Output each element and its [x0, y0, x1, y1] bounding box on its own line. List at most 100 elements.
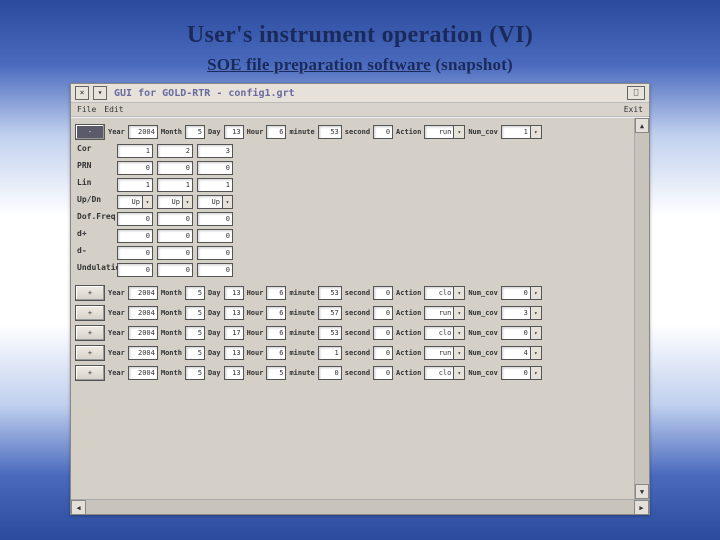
day-input[interactable]: 17 [224, 326, 244, 340]
month-input[interactable]: 5 [185, 286, 205, 300]
hour-input[interactable]: 6 [266, 125, 286, 139]
day-input[interactable]: 13 [224, 125, 244, 139]
expand-button[interactable]: + [75, 285, 105, 301]
param-input[interactable]: 0 [117, 229, 153, 243]
param-input[interactable]: 1 [117, 144, 153, 158]
param-input[interactable]: 0 [117, 161, 153, 175]
hour-input[interactable]: 6 [266, 326, 286, 340]
minute-input[interactable]: 1 [318, 346, 342, 360]
numcov-select-value[interactable]: 0 [501, 326, 531, 340]
second-input[interactable]: 0 [373, 346, 393, 360]
param-value[interactable]: Up [197, 195, 223, 209]
second-input[interactable]: 0 [373, 125, 393, 139]
month-input[interactable]: 5 [185, 306, 205, 320]
month-input[interactable]: 5 [185, 346, 205, 360]
param-input[interactable]: 0 [117, 212, 153, 226]
minute-input[interactable]: 0 [318, 366, 342, 380]
hour-input[interactable]: 6 [266, 306, 286, 320]
year-input[interactable]: 2004 [128, 125, 158, 139]
month-input[interactable]: 5 [185, 125, 205, 139]
scroll-down-button[interactable]: ▼ [635, 484, 649, 499]
param-input[interactable]: 1 [157, 178, 193, 192]
numcov-select-value[interactable]: 1 [501, 125, 531, 139]
day-input[interactable]: 13 [224, 286, 244, 300]
param-input[interactable]: 0 [197, 229, 233, 243]
param-value[interactable]: Up [117, 195, 143, 209]
menu-edit[interactable]: Edit [104, 105, 123, 114]
day-input[interactable]: 13 [224, 366, 244, 380]
param-input[interactable]: 0 [197, 263, 233, 277]
month-input[interactable]: 5 [185, 326, 205, 340]
second-input[interactable]: 0 [373, 286, 393, 300]
action-select-value[interactable]: run [424, 306, 454, 320]
dropdown-arrow-icon[interactable]: ▾ [531, 346, 542, 360]
hour-input[interactable]: 6 [266, 346, 286, 360]
action-select-value[interactable]: clo [424, 366, 454, 380]
param-input[interactable]: 0 [157, 161, 193, 175]
dropdown-arrow-icon[interactable]: ▾ [454, 346, 465, 360]
numcov-select-value[interactable]: 0 [501, 366, 531, 380]
action-select-value[interactable]: run [424, 346, 454, 360]
param-input[interactable]: 3 [197, 144, 233, 158]
minute-input[interactable]: 53 [318, 125, 342, 139]
window-minimize-button[interactable]: ▾ [93, 86, 107, 100]
dropdown-arrow-icon[interactable]: ▾ [454, 326, 465, 340]
action-select-value[interactable]: clo [424, 286, 454, 300]
param-input[interactable]: 0 [157, 212, 193, 226]
year-input[interactable]: 2004 [128, 286, 158, 300]
dropdown-arrow-icon[interactable]: ▾ [531, 326, 542, 340]
window-close-button[interactable]: × [75, 86, 89, 100]
param-input[interactable]: 0 [157, 246, 193, 260]
window-help-button[interactable]: ⎕ [627, 86, 645, 100]
expand-button[interactable]: + [75, 345, 105, 361]
dropdown-arrow-icon[interactable]: ▾ [531, 286, 542, 300]
year-input[interactable]: 2004 [128, 326, 158, 340]
param-input[interactable]: 1 [117, 178, 153, 192]
hour-input[interactable]: 6 [266, 286, 286, 300]
dropdown-arrow-icon[interactable]: ▾ [454, 286, 465, 300]
param-input[interactable]: 2 [157, 144, 193, 158]
param-input[interactable]: 0 [157, 229, 193, 243]
day-input[interactable]: 13 [224, 346, 244, 360]
second-input[interactable]: 0 [373, 326, 393, 340]
dropdown-arrow-icon[interactable]: ▾ [454, 366, 465, 380]
second-input[interactable]: 0 [373, 306, 393, 320]
dropdown-arrow-icon[interactable]: ▾ [531, 306, 542, 320]
param-input[interactable]: 0 [117, 246, 153, 260]
year-input[interactable]: 2004 [128, 346, 158, 360]
hour-input[interactable]: 5 [266, 366, 286, 380]
numcov-select-value[interactable]: 0 [501, 286, 531, 300]
param-input[interactable]: 1 [197, 178, 233, 192]
dropdown-arrow-icon[interactable]: ▾ [223, 195, 233, 209]
action-select-value[interactable]: run [424, 125, 454, 139]
action-select-value[interactable]: clo [424, 326, 454, 340]
expand-button[interactable]: - [75, 124, 105, 140]
minute-input[interactable]: 53 [318, 326, 342, 340]
dropdown-arrow-icon[interactable]: ▾ [531, 125, 542, 139]
expand-button[interactable]: + [75, 365, 105, 381]
scroll-right-button[interactable]: ▶ [634, 500, 649, 515]
horizontal-scrollbar[interactable]: ◀ ▶ [71, 499, 649, 514]
expand-button[interactable]: + [75, 305, 105, 321]
second-input[interactable]: 0 [373, 366, 393, 380]
scroll-left-button[interactable]: ◀ [71, 500, 86, 515]
minute-input[interactable]: 53 [318, 286, 342, 300]
menu-exit[interactable]: Exit [624, 105, 643, 114]
vertical-scrollbar[interactable]: ▲ ▼ [634, 118, 649, 499]
menu-file[interactable]: File [77, 105, 96, 114]
year-input[interactable]: 2004 [128, 306, 158, 320]
dropdown-arrow-icon[interactable]: ▾ [531, 366, 542, 380]
param-input[interactable]: 0 [197, 161, 233, 175]
dropdown-arrow-icon[interactable]: ▾ [454, 306, 465, 320]
scroll-track[interactable] [635, 133, 649, 484]
scroll-up-button[interactable]: ▲ [635, 118, 649, 133]
numcov-select-value[interactable]: 4 [501, 346, 531, 360]
minute-input[interactable]: 57 [318, 306, 342, 320]
param-input[interactable]: 0 [117, 263, 153, 277]
dropdown-arrow-icon[interactable]: ▾ [143, 195, 153, 209]
expand-button[interactable]: + [75, 325, 105, 341]
day-input[interactable]: 13 [224, 306, 244, 320]
param-input[interactable]: 0 [157, 263, 193, 277]
dropdown-arrow-icon[interactable]: ▾ [183, 195, 193, 209]
hscroll-track[interactable] [86, 500, 634, 514]
